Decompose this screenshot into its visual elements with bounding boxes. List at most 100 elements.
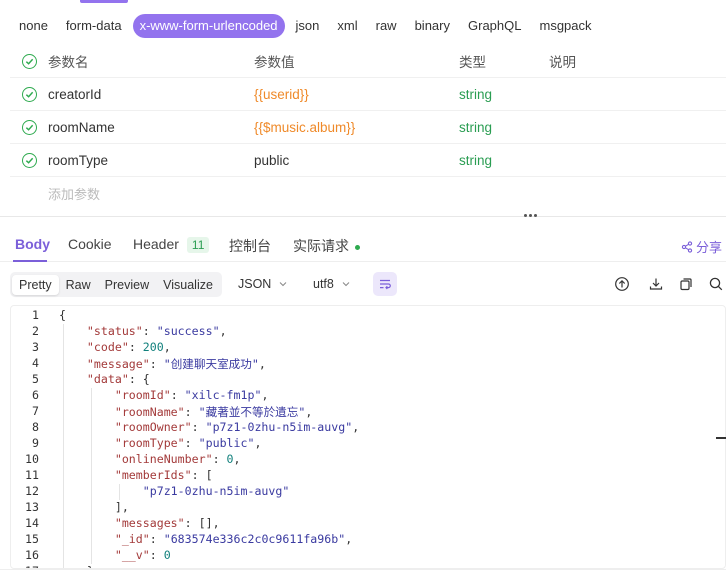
active-tab-underline xyxy=(13,260,47,262)
tab-console[interactable]: 控制台 xyxy=(229,236,271,256)
indent-guide xyxy=(63,324,64,568)
format-select[interactable]: JSON xyxy=(238,277,287,291)
add-param-row: 添加参数 xyxy=(10,177,726,210)
encoding-value: utf8 xyxy=(313,277,334,291)
header-param-value: 参数值 xyxy=(254,55,295,70)
param-name[interactable]: roomName xyxy=(48,120,254,135)
format-value: JSON xyxy=(238,277,272,291)
line-number: 3 xyxy=(32,340,39,354)
search-icon[interactable] xyxy=(708,276,724,292)
code-line: "memberIds": [ xyxy=(114,468,213,482)
view-preview[interactable]: Preview xyxy=(98,275,156,295)
tab-actual-request[interactable]: 实际请求 xyxy=(293,236,360,256)
param-row: creatorId {{userid}} string xyxy=(10,78,726,111)
body-type-json[interactable]: json xyxy=(289,14,327,38)
upload-icon[interactable] xyxy=(614,276,630,292)
tab-actual-request-label: 实际请求 xyxy=(293,238,349,254)
line-number: 16 xyxy=(25,548,39,562)
header-param-type: 类型 xyxy=(459,55,486,70)
share-label: 分享 xyxy=(695,240,722,255)
body-type-none[interactable]: none xyxy=(12,14,55,38)
line-number: 10 xyxy=(25,452,39,466)
view-raw[interactable]: Raw xyxy=(59,275,98,295)
download-icon[interactable] xyxy=(648,276,664,292)
params-header-row: 参数名 参数值 类型 说明 xyxy=(10,45,726,78)
bottom-edge xyxy=(0,569,726,587)
param-type[interactable]: string xyxy=(459,87,549,102)
code-line: "status": "success", xyxy=(86,324,227,338)
line-number: 2 xyxy=(32,324,39,338)
param-name[interactable]: roomType xyxy=(48,153,254,168)
tab-cookie[interactable]: Cookie xyxy=(68,236,112,252)
param-row: roomType public string xyxy=(10,144,726,177)
body-type-graphql[interactable]: GraphQL xyxy=(461,14,528,38)
share-icon xyxy=(681,240,693,253)
code-line: "__v": 0 xyxy=(114,548,171,562)
tab-body[interactable]: Body xyxy=(15,236,50,252)
line-number: 8 xyxy=(32,420,39,434)
indent-guide xyxy=(91,388,92,564)
line-number: 6 xyxy=(32,388,39,402)
param-type[interactable]: string xyxy=(459,153,549,168)
drag-handle-icon[interactable] xyxy=(524,214,540,218)
tab-header[interactable]: Header 11 xyxy=(133,236,210,253)
code-line: "roomType": "public", xyxy=(114,436,262,450)
status-dot-icon xyxy=(355,244,360,250)
body-type-msgpack[interactable]: msgpack xyxy=(532,14,598,38)
line-number: 11 xyxy=(25,468,39,482)
param-value[interactable]: {{$music.album}} xyxy=(254,120,459,135)
word-wrap-icon xyxy=(380,279,391,290)
share-button[interactable]: 分享 xyxy=(681,237,722,256)
code-line: "p7z1-0zhu-n5im-auvg" xyxy=(142,484,290,498)
code-line: "onlineNumber": 0, xyxy=(114,452,241,466)
body-type-raw[interactable]: raw xyxy=(369,14,404,38)
params-table: 参数名 参数值 类型 说明 creatorId {{userid}} strin… xyxy=(10,45,726,210)
line-number: 12 xyxy=(25,484,39,498)
param-enabled-checkbox[interactable] xyxy=(21,152,37,168)
line-number-gutter: 1234567891011121314151617 xyxy=(11,306,43,568)
code-line: { xyxy=(59,308,66,322)
chevron-down-icon xyxy=(279,282,287,287)
code-line: "roomName": "藏著並不等於遺忘", xyxy=(114,405,313,419)
line-number: 4 xyxy=(32,356,39,370)
param-enabled-checkbox[interactable] xyxy=(21,86,37,102)
response-body-editor[interactable]: 1234567891011121314151617 { "status": "s… xyxy=(10,305,726,569)
code-line: "code": 200, xyxy=(86,340,171,354)
chevron-down-icon xyxy=(342,282,350,287)
line-number: 14 xyxy=(25,516,39,530)
code-line: "roomOwner": "p7z1-0zhu-n5im-auvg", xyxy=(114,420,360,434)
copy-icon[interactable] xyxy=(678,276,694,292)
line-number: 1 xyxy=(32,308,39,322)
encoding-select[interactable]: utf8 xyxy=(313,277,350,291)
word-wrap-button[interactable] xyxy=(373,272,397,296)
param-value[interactable]: {{userid}} xyxy=(254,87,459,102)
tab-header-label: Header xyxy=(133,236,179,252)
param-enabled-checkbox[interactable] xyxy=(21,119,37,135)
panel-splitter[interactable] xyxy=(0,211,726,221)
response-tabs: Body Cookie Header 11 控制台 实际请求 分享 xyxy=(0,230,726,262)
param-value[interactable]: public xyxy=(254,153,459,168)
body-type-xml[interactable]: xml xyxy=(330,14,364,38)
line-number: 15 xyxy=(25,532,39,546)
body-type-binary[interactable]: binary xyxy=(408,14,457,38)
indent-guide xyxy=(119,484,120,500)
param-type[interactable]: string xyxy=(459,120,549,135)
top-tab-indicator xyxy=(80,0,128,3)
line-number: 7 xyxy=(32,404,39,418)
code-line: ], xyxy=(59,500,129,514)
param-name[interactable]: creatorId xyxy=(48,87,254,102)
code-line: "_id": "683574e336c2c0c9611fa96b", xyxy=(114,532,353,546)
scrollbar-thumb[interactable] xyxy=(716,437,726,439)
view-pretty[interactable]: Pretty xyxy=(12,274,59,295)
body-type-form-data[interactable]: form-data xyxy=(59,14,129,38)
body-type-selector: none form-data x-www-form-urlencoded jso… xyxy=(12,14,599,38)
line-number: 9 xyxy=(32,436,39,450)
code-line: "message": "创建聊天室成功", xyxy=(86,357,266,371)
select-all-checkbox[interactable] xyxy=(21,53,37,69)
add-param-input[interactable]: 添加参数 xyxy=(48,184,254,203)
header-param-desc: 说明 xyxy=(549,55,576,70)
body-type-urlencoded[interactable]: x-www-form-urlencoded xyxy=(132,14,285,38)
code-line: "messages": [], xyxy=(114,516,220,530)
param-row: roomName {{$music.album}} string xyxy=(10,111,726,144)
view-visualize[interactable]: Visualize xyxy=(156,275,220,295)
